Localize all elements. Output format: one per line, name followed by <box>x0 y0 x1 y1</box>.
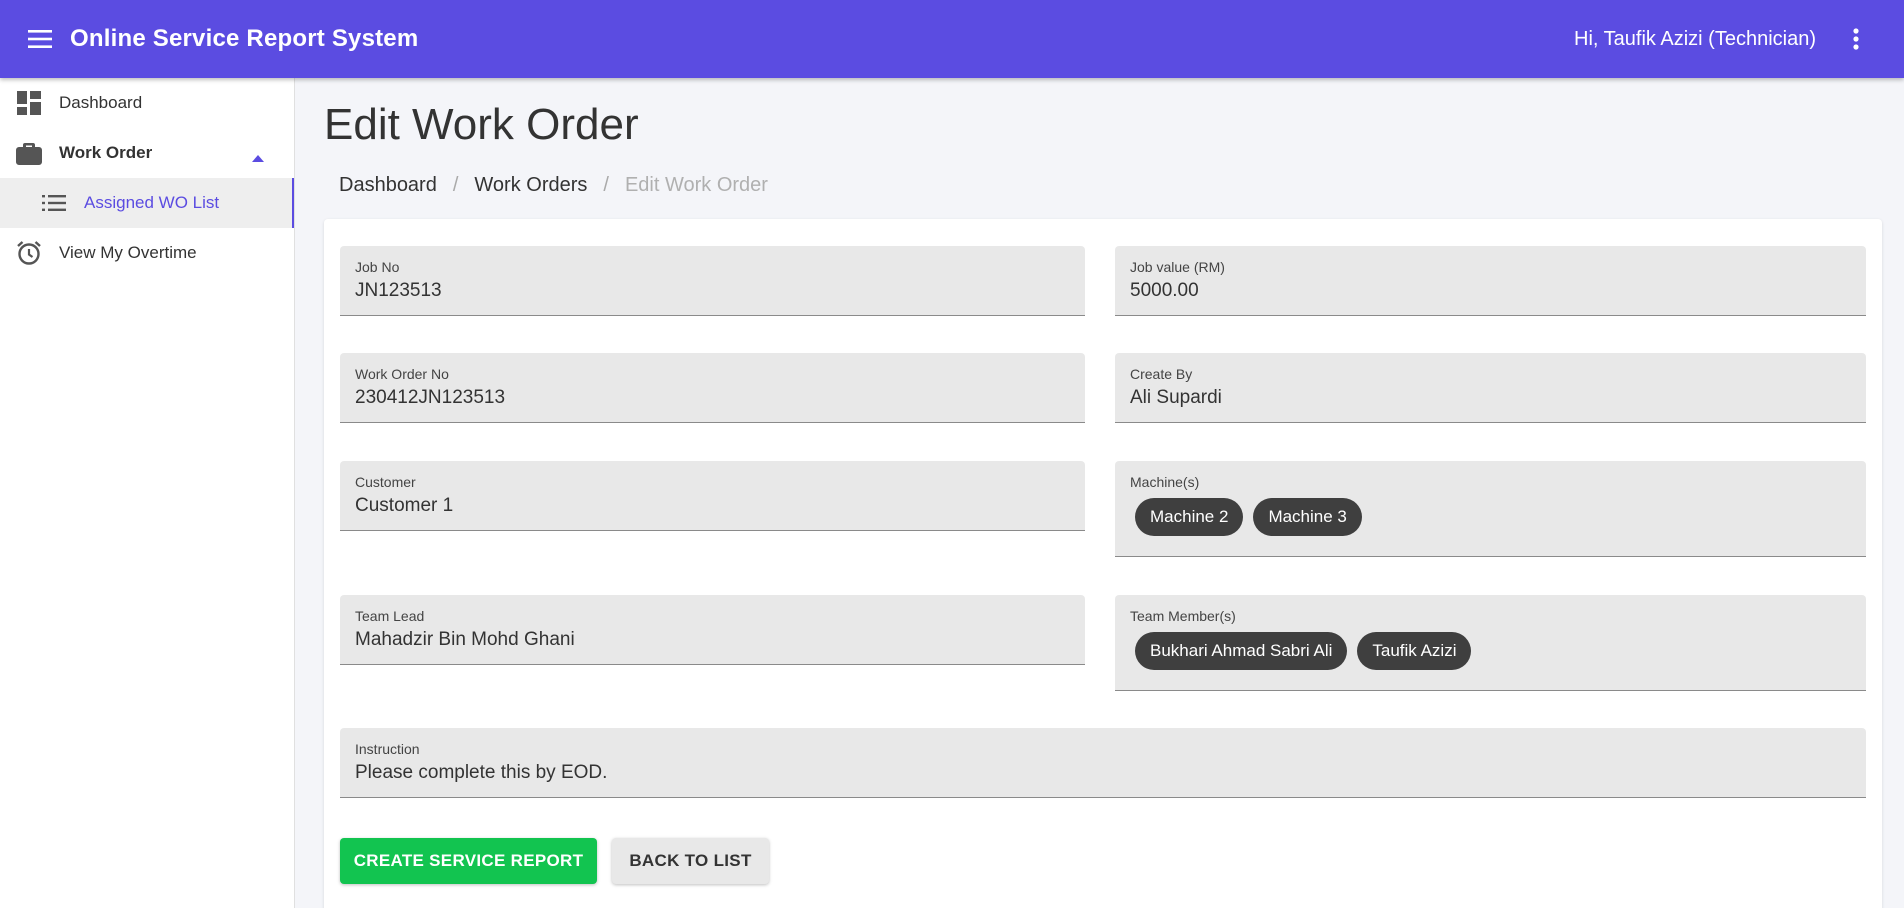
app-title: Online Service Report System <box>70 25 419 52</box>
caret-up-icon <box>252 147 264 167</box>
job-no-value: JN123513 <box>355 280 442 301</box>
machines-field[interactable]: Machine(s) Machine 2 Machine 3 <box>1115 461 1866 557</box>
machine-chip[interactable]: Machine 2 <box>1135 498 1244 536</box>
job-no-label: Job No <box>355 259 400 275</box>
machines-label: Machine(s) <box>1130 474 1200 490</box>
sidebar-item-view-my-overtime[interactable]: View My Overtime <box>0 228 294 278</box>
customer-label: Customer <box>355 474 416 490</box>
hamburger-menu-icon[interactable] <box>26 25 54 53</box>
breadcrumb-dashboard[interactable]: Dashboard <box>339 174 437 197</box>
sidebar-item-assigned-wo-list[interactable]: Assigned WO List <box>0 178 294 228</box>
team-member-chip[interactable]: Bukhari Ahmad Sabri Ali <box>1135 632 1348 670</box>
team-members-chips: Bukhari Ahmad Sabri Ali Taufik Azizi <box>1135 632 1851 670</box>
main-content: Edit Work Order Dashboard / Work Orders … <box>296 78 1904 908</box>
dashboard-icon <box>15 89 43 117</box>
create-service-report-button[interactable]: CREATE SERVICE REPORT <box>340 838 597 884</box>
job-value-value: 5000.00 <box>1130 280 1199 301</box>
sidebar-item-label: Dashboard <box>59 93 143 112</box>
list-icon <box>40 189 68 217</box>
instruction-value: Please complete this by EOD. <box>355 762 608 783</box>
sidebar-item-label: View My Overtime <box>59 243 197 262</box>
machine-chip[interactable]: Machine 3 <box>1253 498 1362 536</box>
sidebar: Dashboard Work Order Assigned WO List Vi… <box>0 78 295 908</box>
breadcrumb-current: Edit Work Order <box>624 174 768 196</box>
instruction-label: Instruction <box>355 741 420 757</box>
team-lead-label: Team Lead <box>355 608 425 624</box>
app-bar: Online Service Report System Hi, Taufik … <box>0 0 1904 78</box>
work-order-no-value: 230412JN123513 <box>355 387 506 408</box>
create-by-field[interactable]: Create By Ali Supardi <box>1115 353 1866 423</box>
team-members-field[interactable]: Team Member(s) Bukhari Ahmad Sabri Ali T… <box>1115 595 1866 691</box>
breadcrumb-separator: / <box>603 174 609 196</box>
team-members-label: Team Member(s) <box>1130 608 1236 624</box>
work-order-no-field[interactable]: Work Order No 230412JN123513 <box>340 353 1085 423</box>
breadcrumb-work-orders[interactable]: Work Orders <box>474 174 587 197</box>
team-lead-field[interactable]: Team Lead Mahadzir Bin Mohd Ghani <box>340 595 1085 665</box>
breadcrumb-separator: / <box>452 174 459 196</box>
user-greeting: Hi, Taufik Azizi (Technician) <box>1574 27 1816 50</box>
job-value-field[interactable]: Job value (RM) 5000.00 <box>1115 246 1866 316</box>
sidebar-item-label: Work Order <box>59 143 153 162</box>
team-member-chip[interactable]: Taufik Azizi <box>1357 632 1472 670</box>
work-order-no-label: Work Order No <box>355 366 449 382</box>
work-order-form-card: Job No JN123513 Job value (RM) 5000.00 W… <box>324 219 1882 908</box>
job-value-label: Job value (RM) <box>1130 259 1225 275</box>
customer-field[interactable]: Customer Customer 1 <box>340 461 1085 531</box>
create-by-label: Create By <box>1130 366 1193 382</box>
create-by-value: Ali Supardi <box>1130 387 1222 408</box>
back-to-list-button[interactable]: BACK TO LIST <box>612 838 769 884</box>
breadcrumb: Dashboard / Work Orders / Edit Work Orde… <box>339 174 768 197</box>
sidebar-item-work-order[interactable]: Work Order <box>0 128 294 178</box>
alarm-clock-icon <box>15 239 43 267</box>
page-title: Edit Work Order <box>324 100 639 149</box>
sidebar-item-label: Assigned WO List <box>84 193 220 212</box>
machines-chips: Machine 2 Machine 3 <box>1135 498 1851 536</box>
sidebar-item-dashboard[interactable]: Dashboard <box>0 78 294 128</box>
more-vert-icon[interactable] <box>1842 19 1870 59</box>
job-no-field[interactable]: Job No JN123513 <box>340 246 1085 316</box>
instruction-field[interactable]: Instruction Please complete this by EOD. <box>340 728 1866 798</box>
team-lead-value: Mahadzir Bin Mohd Ghani <box>355 629 575 650</box>
customer-value: Customer 1 <box>355 495 454 516</box>
briefcase-icon <box>15 139 43 167</box>
